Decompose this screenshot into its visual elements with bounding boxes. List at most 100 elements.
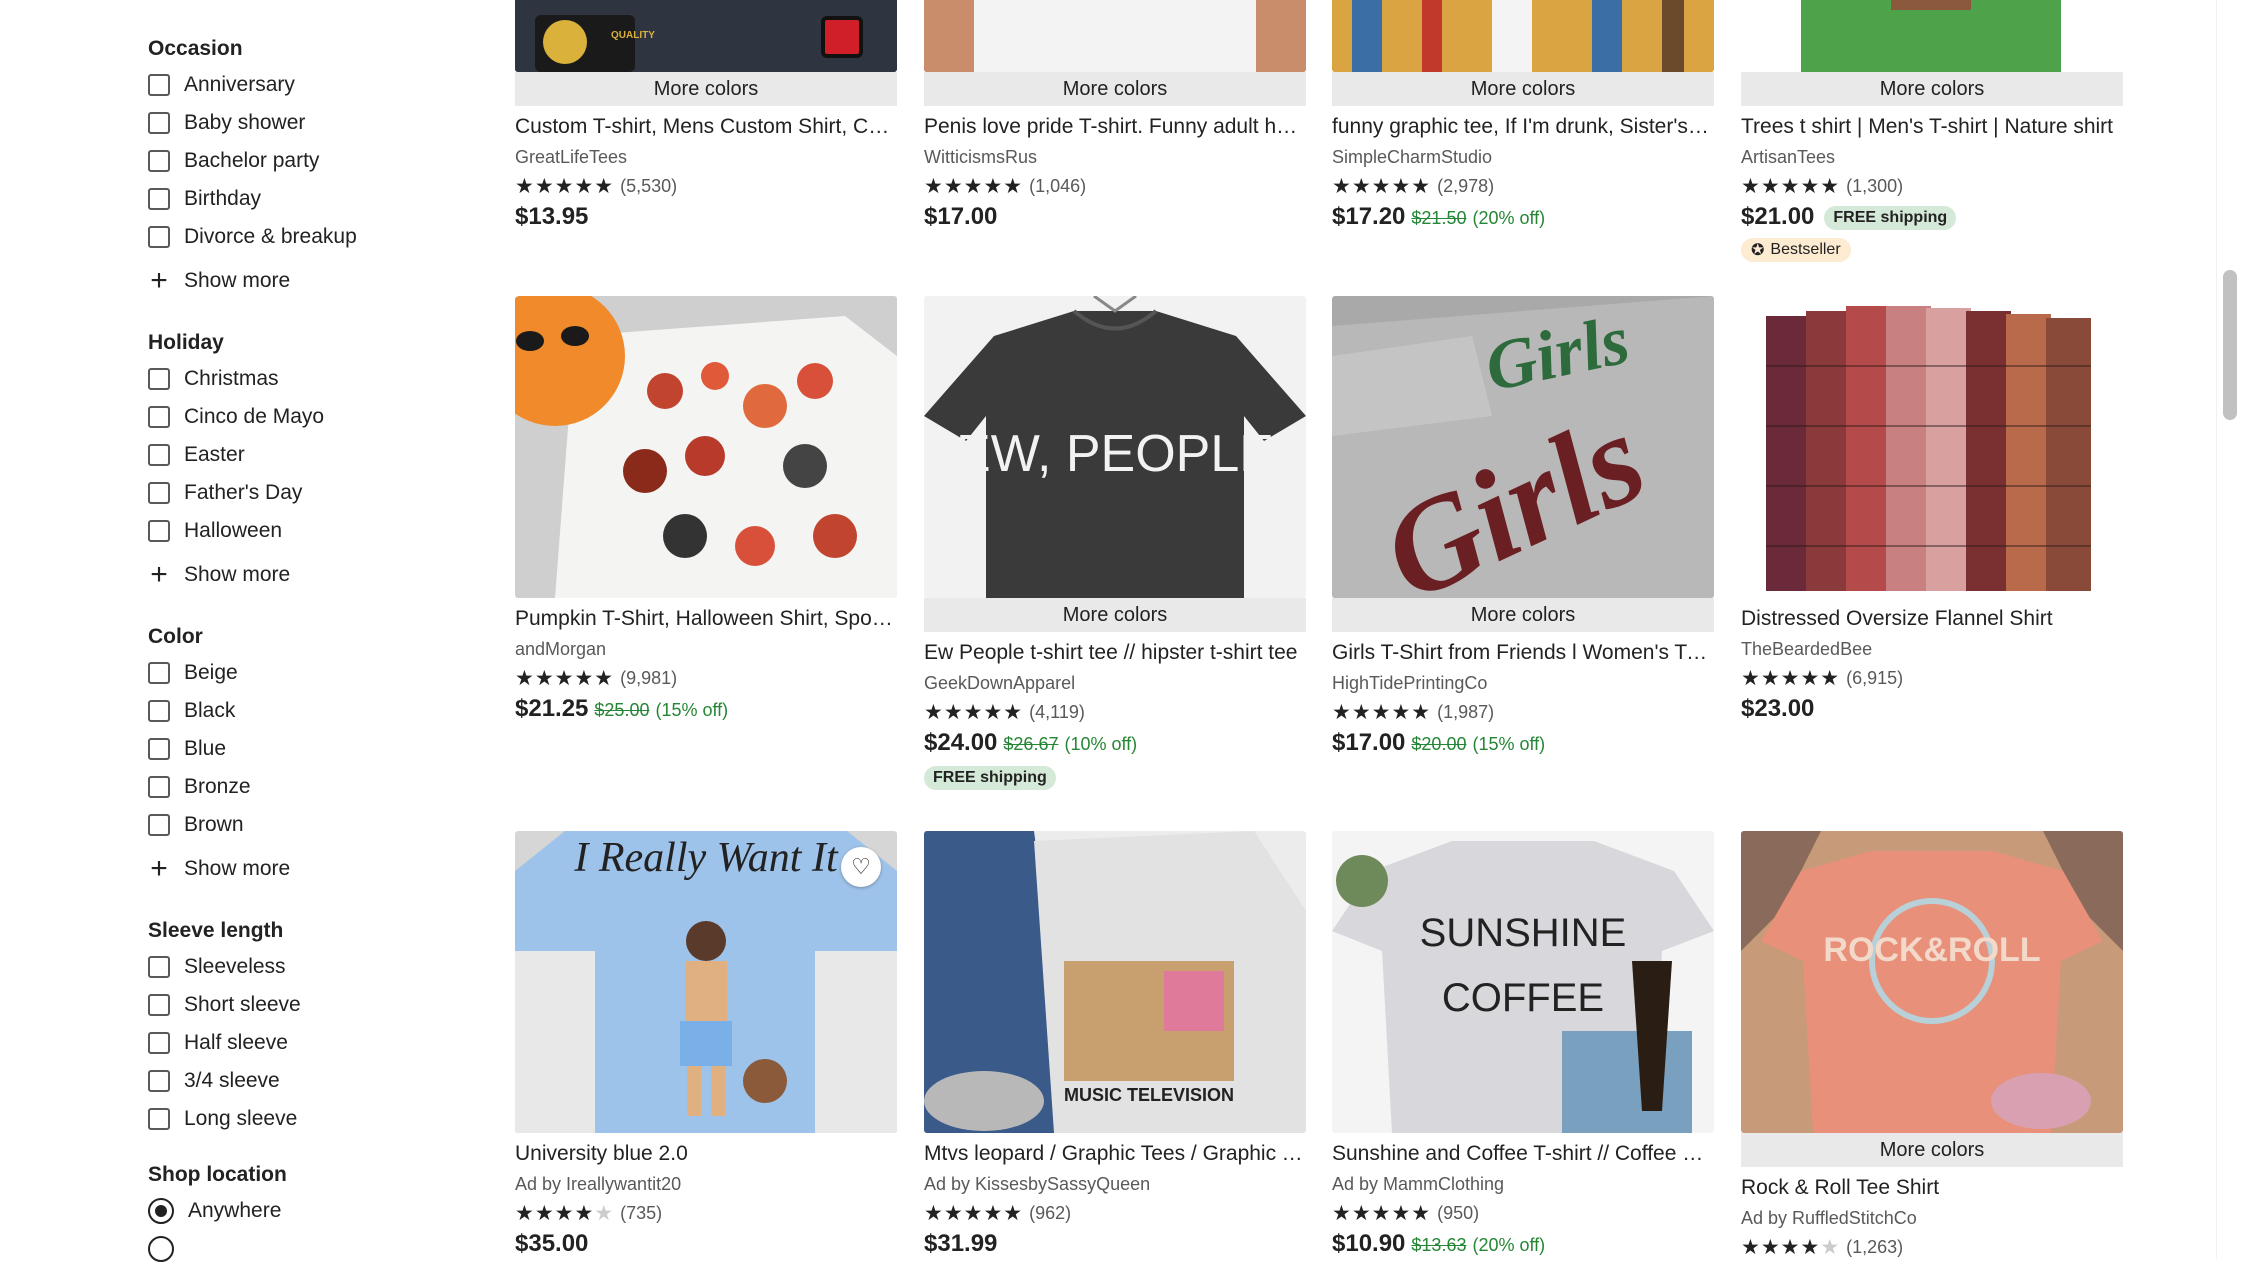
listing-title[interactable]: University blue 2.0 xyxy=(515,1139,897,1169)
filter-option[interactable]: Blue xyxy=(148,730,448,768)
rating: ★★★★★ (950) xyxy=(1332,1199,1714,1227)
checkbox[interactable] xyxy=(148,74,170,96)
rating: ★★★★★ (1,046) xyxy=(924,172,1306,200)
listing-title[interactable]: Custom T-shirt, Mens Custom Shirt, Custo… xyxy=(515,112,897,142)
listing-card[interactable]: Pumpkin T-Shirt, Halloween Shirt, Spooky… xyxy=(515,296,897,726)
checkbox[interactable] xyxy=(148,150,170,172)
checkbox[interactable] xyxy=(148,1108,170,1130)
listing-title[interactable]: Penis love pride T-shirt. Funny adult hu… xyxy=(924,112,1306,142)
listing-card[interactable]: EW, PEOPLE More colors Ew People t-shirt… xyxy=(924,296,1306,790)
listing-title[interactable]: Distressed Oversize Flannel Shirt xyxy=(1741,604,2123,634)
favorite-heart-icon[interactable]: ♡ xyxy=(841,847,881,887)
checkbox[interactable] xyxy=(148,700,170,722)
listing-image[interactable]: QUALITY xyxy=(515,0,897,72)
listing-image[interactable] xyxy=(924,0,1306,72)
listing-card[interactable]: More colors funny graphic tee, If I'm dr… xyxy=(1332,0,1714,234)
rating: ★★★★★ (1,300) xyxy=(1741,172,2123,200)
shop-name: WitticismsRus xyxy=(924,147,1037,167)
listing-image[interactable]: SUNSHINE COFFEE xyxy=(1332,831,1714,1133)
filter-option[interactable]: Easter xyxy=(148,436,448,474)
filter-option[interactable]: Halloween xyxy=(148,512,448,550)
radio-button[interactable] xyxy=(148,1198,174,1224)
checkbox[interactable] xyxy=(148,956,170,978)
checkbox[interactable] xyxy=(148,482,170,504)
filter-option[interactable]: Cinco de Mayo xyxy=(148,398,448,436)
filter-option[interactable]: Divorce & breakup xyxy=(148,218,448,256)
listing-image[interactable]: EW, PEOPLE xyxy=(924,296,1306,598)
filter-option[interactable]: Birthday xyxy=(148,180,448,218)
listing-title[interactable]: Rock & Roll Tee Shirt xyxy=(1741,1173,2123,1203)
filter-option[interactable]: Baby shower xyxy=(148,104,448,142)
filter-option[interactable]: Half sleeve xyxy=(148,1024,448,1062)
listing-image[interactable] xyxy=(1741,0,2123,72)
listing-image[interactable] xyxy=(1332,0,1714,72)
rating: ★★★★★ (2,978) xyxy=(1332,172,1714,200)
listing-card[interactable]: I Really Want It ♡ University blue 2.0 A… xyxy=(515,831,897,1261)
checkbox[interactable] xyxy=(148,994,170,1016)
checkbox[interactable] xyxy=(148,226,170,248)
checkbox[interactable] xyxy=(148,368,170,390)
listing-card[interactable]: Girls Girls More colors Girls T-Shirt fr… xyxy=(1332,296,1714,760)
checkbox[interactable] xyxy=(148,406,170,428)
review-count: (1,263) xyxy=(1846,1236,1904,1257)
listing-card[interactable]: MUSIC TELEVISION Mtvs leopard / Graphic … xyxy=(924,831,1306,1261)
filter-option[interactable]: Anywhere xyxy=(148,1192,448,1230)
filter-option[interactable]: Father's Day xyxy=(148,474,448,512)
checkbox[interactable] xyxy=(148,1070,170,1092)
checkbox[interactable] xyxy=(148,520,170,542)
checkbox[interactable] xyxy=(148,112,170,134)
listing-title[interactable]: Mtvs leopard / Graphic Tees / Graphic T-… xyxy=(924,1139,1306,1169)
listing-title[interactable]: Ew People t-shirt tee // hipster t-shirt… xyxy=(924,638,1306,668)
listing-image[interactable] xyxy=(1741,296,2123,598)
vertical-scrollbar[interactable] xyxy=(2216,0,2243,1259)
filter-group-holiday: Holiday Christmas Cinco de Mayo Easter F… xyxy=(148,326,448,600)
filter-option[interactable]: Beige xyxy=(148,654,448,692)
checkbox[interactable] xyxy=(148,1032,170,1054)
star-rating-icon: ★★★★★ xyxy=(924,174,1024,198)
checkbox[interactable] xyxy=(148,444,170,466)
filter-option[interactable]: Christmas xyxy=(148,360,448,398)
listing-image[interactable]: Girls Girls xyxy=(1332,296,1714,598)
listing-title[interactable]: Girls T-Shirt from Friends l Women's T-s… xyxy=(1332,638,1714,668)
filter-option[interactable]: Anniversary xyxy=(148,66,448,104)
listing-title[interactable]: Pumpkin T-Shirt, Halloween Shirt, Spooky… xyxy=(515,604,897,634)
listing-card[interactable]: SUNSHINE COFFEE Sunshine and Coffee T-sh… xyxy=(1332,831,1714,1261)
filter-option[interactable]: Long sleeve xyxy=(148,1100,448,1138)
listing-image[interactable]: ROCK&ROLL xyxy=(1741,831,2123,1133)
scrollbar-thumb[interactable] xyxy=(2223,270,2237,420)
radio-button[interactable] xyxy=(148,1236,174,1262)
filter-option[interactable]: Bronze xyxy=(148,768,448,806)
listing-card[interactable]: ROCK&ROLL More colors Rock & Roll Tee Sh… xyxy=(1741,831,2123,1261)
show-more-button[interactable]: + Show more xyxy=(148,256,448,306)
checkbox[interactable] xyxy=(148,776,170,798)
listing-image[interactable]: I Really Want It ♡ xyxy=(515,831,897,1133)
filter-option-label: Brown xyxy=(184,813,244,836)
filter-option[interactable]: 3/4 sleeve xyxy=(148,1062,448,1100)
filter-option[interactable] xyxy=(148,1230,448,1268)
checkbox[interactable] xyxy=(148,738,170,760)
listing-title[interactable]: funny graphic tee, If I'm drunk, Sister'… xyxy=(1332,112,1714,142)
filter-option-label: Anniversary xyxy=(184,73,295,96)
listing-card[interactable]: QUALITY More colors Custom T-shirt, Mens… xyxy=(515,0,897,234)
listing-title[interactable]: Sunshine and Coffee T-shirt // Coffee Lo… xyxy=(1332,1139,1714,1169)
filter-option[interactable]: Short sleeve xyxy=(148,986,448,1024)
listing-image[interactable] xyxy=(515,296,897,598)
filter-option[interactable]: Black xyxy=(148,692,448,730)
listing-card[interactable]: Distressed Oversize Flannel Shirt TheBea… xyxy=(1741,296,2123,726)
shop-name: Ad by Ireallywantit20 xyxy=(515,1174,682,1194)
listing-title[interactable]: Trees t shirt | Men's T-shirt | Nature s… xyxy=(1741,112,2123,142)
checkbox[interactable] xyxy=(148,662,170,684)
filter-option[interactable]: Sleeveless xyxy=(148,948,448,986)
current-price: $17.20 xyxy=(1332,203,1406,230)
show-more-button[interactable]: + Show more xyxy=(148,550,448,600)
checkbox[interactable] xyxy=(148,188,170,210)
listing-card[interactable]: More colors Trees t shirt | Men's T-shir… xyxy=(1741,0,2123,262)
filter-option[interactable]: Brown xyxy=(148,806,448,844)
listing-image[interactable]: MUSIC TELEVISION xyxy=(924,831,1306,1133)
filter-option[interactable]: Bachelor party xyxy=(148,142,448,180)
more-colors-label: More colors xyxy=(924,598,1306,632)
show-more-button[interactable]: + Show more xyxy=(148,844,448,894)
listing-card[interactable]: More colors Penis love pride T-shirt. Fu… xyxy=(924,0,1306,234)
checkbox[interactable] xyxy=(148,814,170,836)
filter-group-title: Color xyxy=(148,625,203,648)
